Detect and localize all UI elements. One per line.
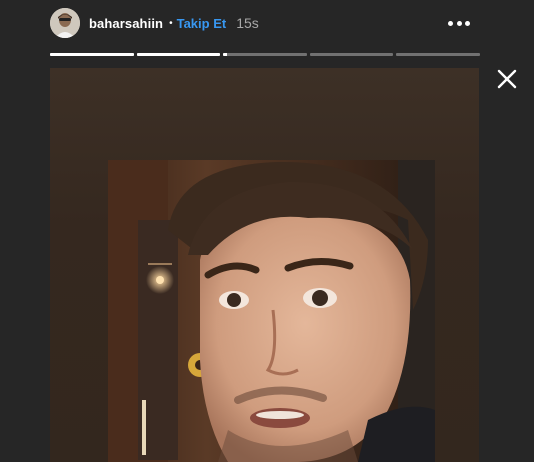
progress-segment xyxy=(50,53,134,56)
story-timestamp: 15s xyxy=(236,15,259,31)
username[interactable]: baharsahiin xyxy=(89,16,163,31)
progress-segment xyxy=(136,53,221,56)
story-viewer: baharsahiin • Takip Et 15s xyxy=(0,0,534,462)
avatar[interactable] xyxy=(50,8,80,38)
story-photo xyxy=(108,160,435,462)
progress-segment-fill xyxy=(50,53,134,56)
story-progress xyxy=(50,53,480,56)
progress-segment-fill xyxy=(136,53,221,56)
story-header: baharsahiin • Takip Et 15s xyxy=(50,4,480,42)
progress-segment-fill xyxy=(223,53,228,56)
progress-segment xyxy=(396,53,480,56)
more-options-icon[interactable] xyxy=(448,15,470,31)
progress-segment xyxy=(309,53,394,56)
story-content[interactable] xyxy=(50,68,479,462)
close-icon[interactable] xyxy=(496,68,518,90)
separator-dot: • xyxy=(169,17,173,29)
progress-segment xyxy=(223,53,307,56)
follow-button[interactable]: Takip Et xyxy=(177,16,227,31)
